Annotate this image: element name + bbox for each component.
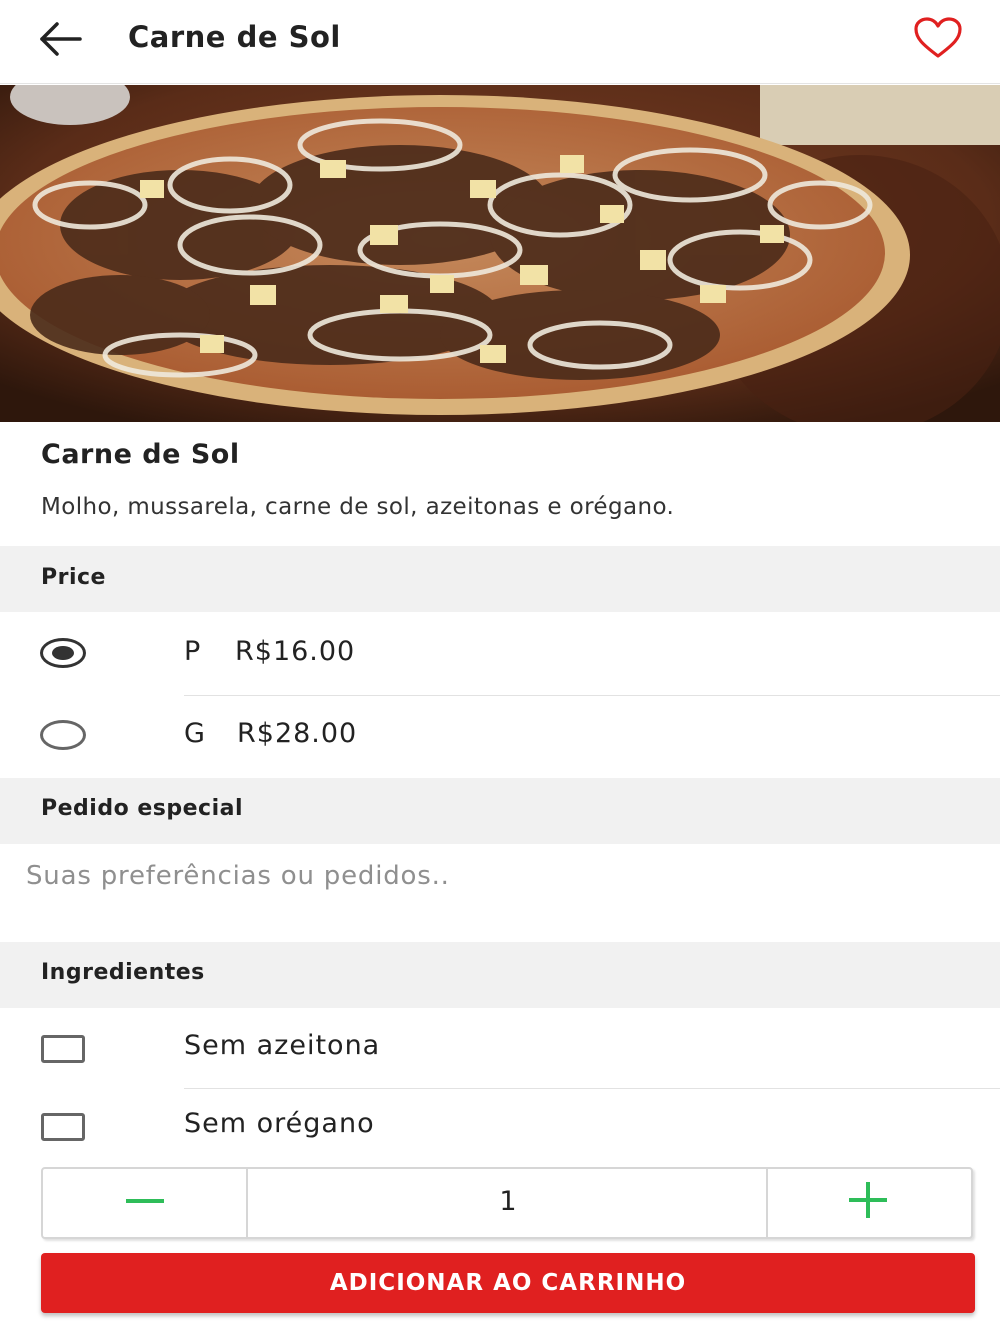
product-description: Molho, mussarela, carne de sol, azeitona… (41, 494, 675, 520)
size-label: G (184, 718, 206, 749)
special-request-title: Pedido especial (0, 778, 1000, 844)
price-label: R$16.00 (235, 636, 356, 667)
add-to-cart-button[interactable]: ADICIONAR AO CARRINHO (41, 1253, 975, 1313)
quantity-value: 1 (499, 1186, 517, 1217)
ingredient-label: Sem orégano (184, 1108, 375, 1139)
radio-button-selected[interactable] (40, 638, 86, 668)
minus-icon (126, 1199, 164, 1203)
heart-outline-icon (914, 17, 962, 58)
pizza-photo (0, 85, 1000, 422)
page-title: Carne de Sol (128, 20, 341, 54)
app-header: Carne de Sol (0, 0, 1000, 84)
product-name: Carne de Sol (41, 439, 240, 470)
price-option-p[interactable]: P R$16.00 (0, 614, 1000, 694)
radio-dot (52, 646, 74, 660)
ingredient-label: Sem azeitona (184, 1030, 381, 1061)
size-label: P (184, 636, 202, 667)
quantity-stepper: 1 (41, 1167, 973, 1239)
radio-button[interactable] (40, 720, 86, 750)
ingredient-option-azeitona[interactable]: Sem azeitona (0, 1010, 1000, 1088)
ingredients-section-title: Ingredientes (0, 942, 1000, 1008)
ingredient-option-oregano[interactable]: Sem orégano (0, 1089, 1000, 1165)
favorite-button[interactable] (912, 16, 964, 60)
special-request-input[interactable] (0, 846, 1000, 940)
checkbox[interactable] (41, 1113, 85, 1141)
increase-quantity-button[interactable] (766, 1169, 971, 1237)
price-label: R$28.00 (237, 718, 358, 749)
plus-icon (849, 1182, 887, 1218)
price-section-title: Price (0, 546, 1000, 612)
checkbox[interactable] (41, 1035, 85, 1063)
decrease-quantity-button[interactable] (43, 1169, 248, 1237)
back-button[interactable] (30, 14, 90, 64)
arrow-left-icon (40, 22, 82, 56)
product-image (0, 85, 1000, 422)
price-option-g[interactable]: G R$28.00 (0, 696, 1000, 776)
